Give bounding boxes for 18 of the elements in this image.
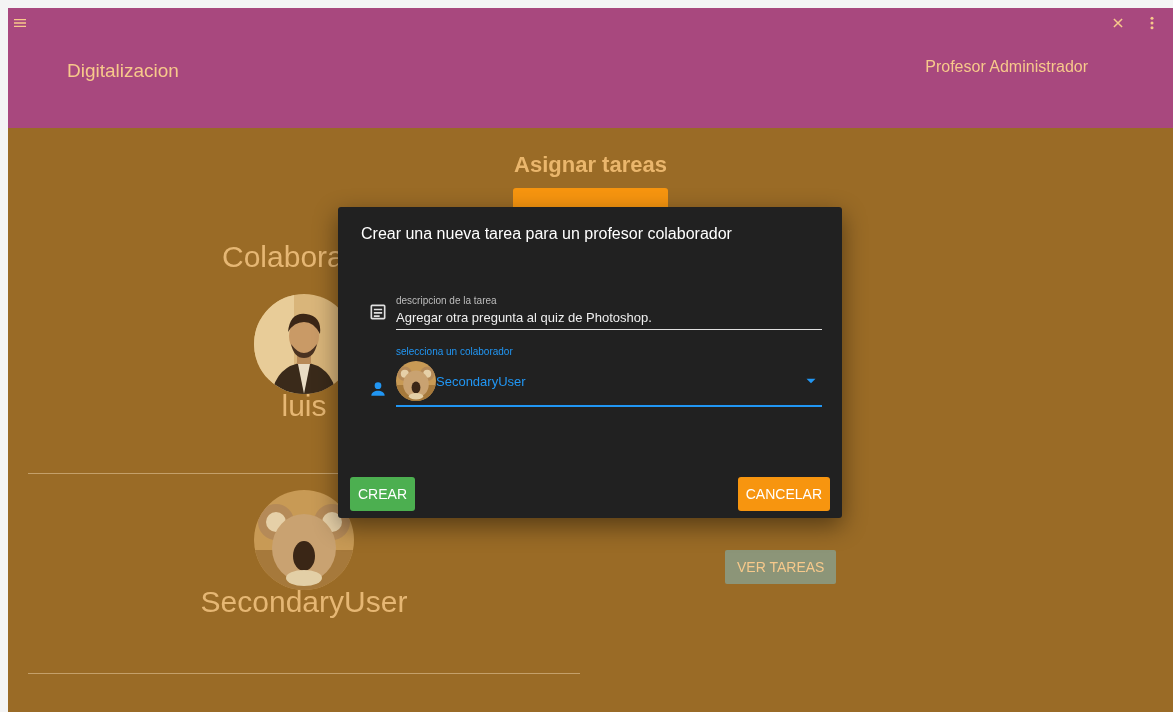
- select-field[interactable]: selecciona un colaborador SecondaryUser: [396, 346, 822, 407]
- close-icon[interactable]: [1111, 16, 1125, 30]
- page-title: Asignar tareas: [513, 152, 668, 178]
- create-button[interactable]: CREAR: [350, 477, 415, 511]
- field-value: SecondaryUser: [436, 373, 526, 389]
- field-label: selecciona un colaborador: [396, 346, 514, 357]
- collaborator-name: luis: [281, 388, 327, 424]
- person-icon: [368, 379, 388, 399]
- field-label: descripcion de la tarea: [396, 295, 498, 306]
- view-tasks-button[interactable]: VER TAREAS: [725, 550, 837, 584]
- field-value: Agregar otra pregunta al quiz de Photoshop.: [396, 310, 652, 325]
- app-title: Digitalizacion: [67, 60, 180, 82]
- collaborator-name: SecondaryUser: [200, 584, 408, 620]
- user-name: Profesor Administrador: [925, 58, 1088, 76]
- document-icon: [368, 302, 388, 322]
- dialog-title: Crear una nueva tarea para un profesor colaborador: [360, 225, 733, 243]
- cancel-button[interactable]: CANCELAR: [737, 477, 830, 511]
- input-field[interactable]: descripcion de la tarea Agregar otra pregunta al quiz de Photoshop.: [396, 295, 822, 330]
